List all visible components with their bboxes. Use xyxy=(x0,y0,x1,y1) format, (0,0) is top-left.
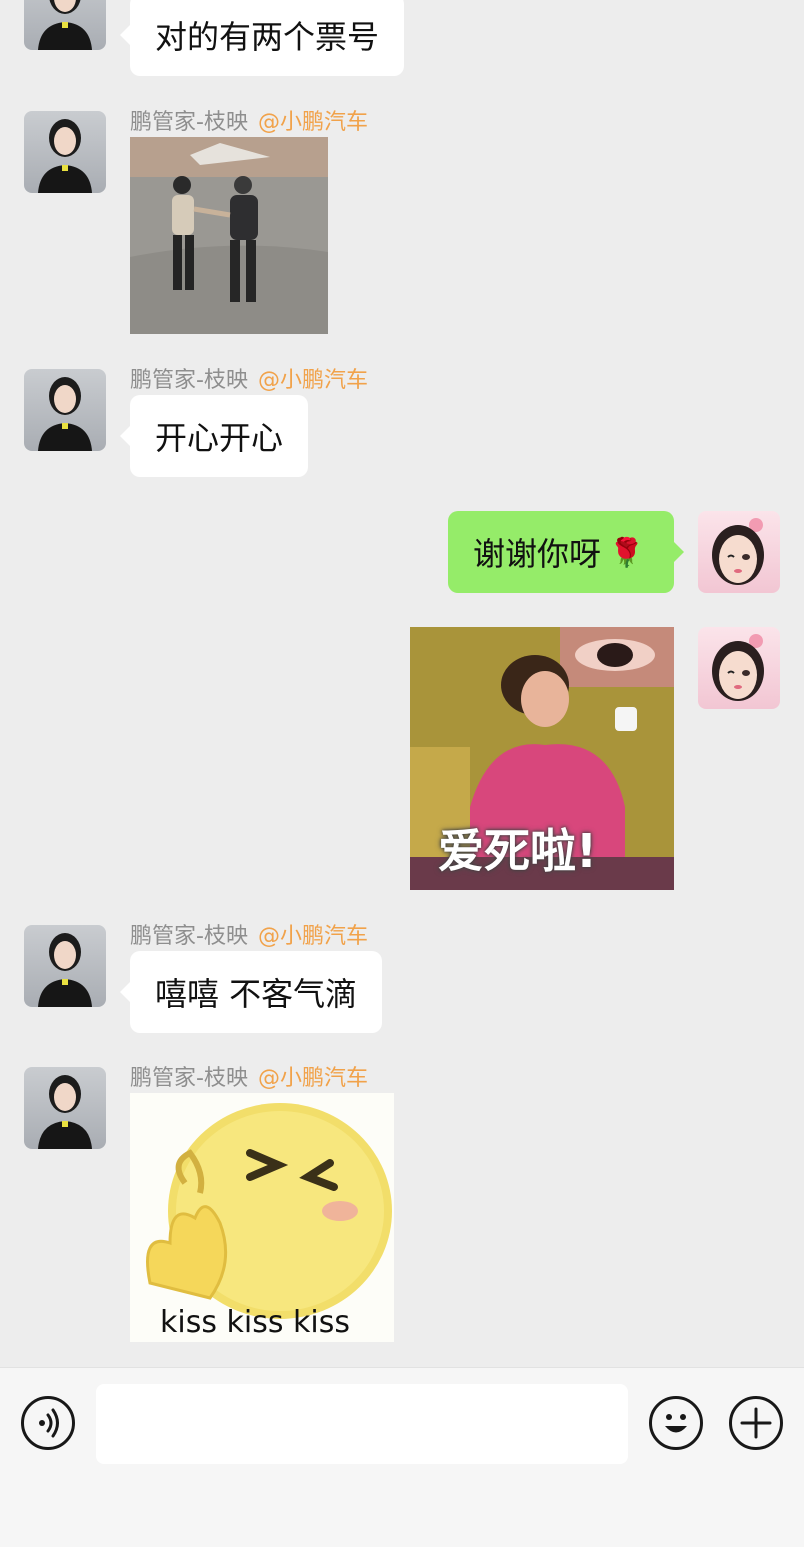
voice-button[interactable] xyxy=(21,1396,75,1450)
my-avatar[interactable] xyxy=(698,511,780,593)
chat-area[interactable]: 对的有两个票号 鹏管家-枝映 @小鹏汽车 鹏管家-枝映 @小鹏汽车 开心开心 谢… xyxy=(0,0,804,1367)
message-bubble[interactable]: 开心开心 xyxy=(119,395,309,477)
sticker-message[interactable]: 爱死啦! xyxy=(410,627,674,890)
mention-tag[interactable]: @小鹏汽车 xyxy=(258,924,368,949)
message-text: 开心开心 xyxy=(155,419,284,457)
sender-name-text: 鹏管家-枝映 xyxy=(130,1066,248,1091)
message-input[interactable] xyxy=(96,1384,628,1464)
staff-avatar[interactable] xyxy=(24,1067,106,1149)
staff-avatar[interactable] xyxy=(24,369,106,451)
input-bar xyxy=(0,1367,804,1547)
message-input-field[interactable] xyxy=(96,1384,628,1464)
sender-name: 鹏管家-枝映 @小鹏汽车 xyxy=(130,104,368,136)
message-bubble[interactable]: 对的有两个票号 xyxy=(119,0,405,76)
staff-avatar[interactable] xyxy=(24,111,106,193)
staff-avatar[interactable] xyxy=(24,0,106,50)
image-message[interactable] xyxy=(130,137,328,334)
mention-tag[interactable]: @小鹏汽车 xyxy=(258,110,368,135)
voice-icon xyxy=(39,1408,59,1438)
sender-name: 鹏管家-枝映 @小鹏汽车 xyxy=(130,918,368,950)
rose-emoji: 🌹 xyxy=(609,535,644,569)
message-text: 谢谢你呀 xyxy=(473,535,602,573)
my-avatar[interactable] xyxy=(698,627,780,709)
sticker-caption: 爱死啦! xyxy=(438,824,597,878)
mention-tag[interactable]: @小鹏汽车 xyxy=(258,368,368,393)
sticker-message[interactable]: kiss kiss kiss xyxy=(130,1093,394,1342)
smiley-icon xyxy=(665,1414,687,1433)
sender-name-text: 鹏管家-枝映 xyxy=(130,368,248,393)
my-message-bubble[interactable]: 谢谢你呀 🌹 xyxy=(448,511,684,593)
mention-tag[interactable]: @小鹏汽车 xyxy=(258,1066,368,1091)
message-text: 对的有两个票号 xyxy=(155,18,380,56)
staff-avatar[interactable] xyxy=(24,925,106,1007)
sticker-caption: kiss kiss kiss xyxy=(160,1305,350,1340)
sender-name: 鹏管家-枝映 @小鹏汽车 xyxy=(130,1060,368,1092)
plus-icon xyxy=(740,1407,772,1439)
sender-name-text: 鹏管家-枝映 xyxy=(130,110,248,135)
sender-name: 鹏管家-枝映 @小鹏汽车 xyxy=(130,362,368,394)
sender-name-text: 鹏管家-枝映 xyxy=(130,924,248,949)
emoji-button[interactable] xyxy=(649,1396,703,1450)
message-text: 嘻嘻 不客气滴 xyxy=(155,975,358,1013)
message-bubble[interactable]: 嘻嘻 不客气滴 xyxy=(119,951,383,1033)
dancing-people-gif xyxy=(130,137,328,334)
more-button[interactable] xyxy=(729,1396,783,1450)
